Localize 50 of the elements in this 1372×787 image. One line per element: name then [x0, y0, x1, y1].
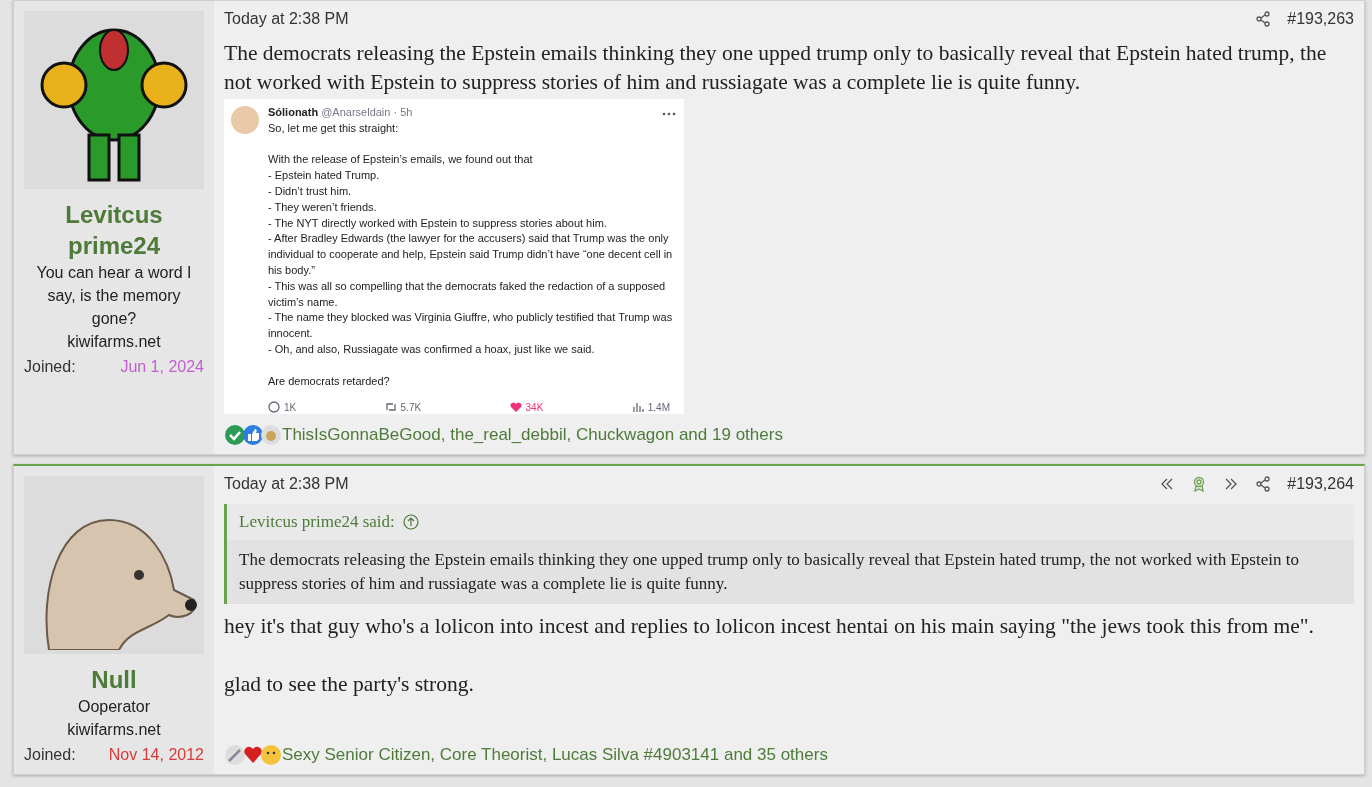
post-time[interactable]: Today at 2:38 PM [224, 10, 349, 28]
heart-icon [509, 401, 522, 414]
check-icon [224, 424, 246, 446]
username[interactable]: Null [91, 664, 137, 695]
quote-author[interactable]: Levitcus prime24 said: [239, 512, 395, 532]
post-number[interactable]: #193,263 [1287, 10, 1354, 28]
user-title: Ooperator [77, 697, 150, 717]
tweet-line: - This was all so compelling that the democrats faked the redaction of a supposed victim’s name. [268, 279, 666, 308]
tweet-line: - After Bradley Edwards (the lawyer for the accusers) said that Trump was the only individual to cooperate and help, Epstein said Trump didn’t have “one decent cell in his body.” [268, 232, 673, 276]
post-time[interactable]: Today at 2:38 PM [224, 475, 349, 493]
tweet-line: - Epstein hated Trump. [268, 169, 380, 182]
tweet-line: - Oh, and also, Russiagate was confirmed a hoax, just like we said. [268, 342, 595, 355]
user-site: kiwifarms.net [67, 332, 161, 352]
username[interactable]: Levitcus prime24 [24, 199, 204, 261]
share-icon [1255, 476, 1272, 492]
joined-date: Nov 14, 2012 [108, 745, 204, 765]
post-text: The democrats releasing the Epstein emails thinking they one upped trump only to basically reveal that Epstein hated trump, the not worked with Epstein to suppress stories of him and russiagate was a complete lie is quite funny. [224, 40, 1328, 96]
user-site: kiwifarms.net [67, 720, 161, 740]
profile-circle-icon [230, 105, 260, 135]
post-text: glad to see the party's strong. [224, 671, 475, 698]
reaction-list[interactable]: ThisIsGonnaBeGood, the_real_debbil, Chuckwagon and 19 others [282, 425, 783, 445]
tweet-line: - They weren’t friends. [268, 200, 377, 213]
tweet-handle: @Anarseldain · 5h [321, 106, 413, 118]
joined-label: Joined: [24, 357, 76, 377]
tweet-line: Are democrats retarded? [268, 374, 390, 387]
wrench-icon [224, 744, 246, 766]
post-text: hey it's that guy who's a lolicon into incest and replies to lolicon incest hentai on his main saying "the jews took this from me". [224, 613, 1315, 640]
tweet-line: With the release of Epstein’s emails, we found out that [268, 153, 533, 166]
tweet-line: - Didn’t trust him. [268, 185, 352, 197]
post-number[interactable]: #193,264 [1287, 475, 1354, 493]
tweet-stat: 5.7K [400, 401, 422, 413]
tweet-stat: 1.4M [647, 401, 670, 413]
tweet-line: So, let me get this straight: [268, 121, 399, 134]
thumbs-up-icon [242, 424, 264, 446]
more-icon [662, 111, 676, 117]
tweet-line: - The name they blocked was Virginia Giuffre, who publicly testified that Trump was innocent. [268, 311, 673, 340]
joined-date: Jun 1, 2024 [120, 357, 204, 377]
avatar[interactable] [24, 11, 204, 189]
user-title: You can hear a word I say, is the memory gone? [35, 263, 193, 329]
share-icon [1255, 11, 1272, 27]
tweet-stat: 34K [525, 401, 544, 413]
repost-icon [384, 401, 397, 414]
quote-text: The democrats releasing the Epstein emails thinking they one upped trump only to basically reveal that Epstein hated trump, the not worked with Epstein to suppress stories of him and russiagate was a complete lie is quite funny. [227, 540, 1354, 604]
reaction-list[interactable]: Sexy Senior Citizen, Core Theorist, Lucas Silva #4903141 and 35 others [282, 745, 828, 765]
tweet-author: Sólionath [268, 106, 319, 118]
arrow-up-circle-icon [402, 514, 419, 530]
bar-chart-icon [631, 401, 644, 414]
joined-label: Joined: [24, 745, 76, 765]
tweet-stat: 1K [284, 401, 297, 413]
tweet-line: - The NYT directly worked with Epstein to suppress stories about him. [268, 216, 607, 229]
